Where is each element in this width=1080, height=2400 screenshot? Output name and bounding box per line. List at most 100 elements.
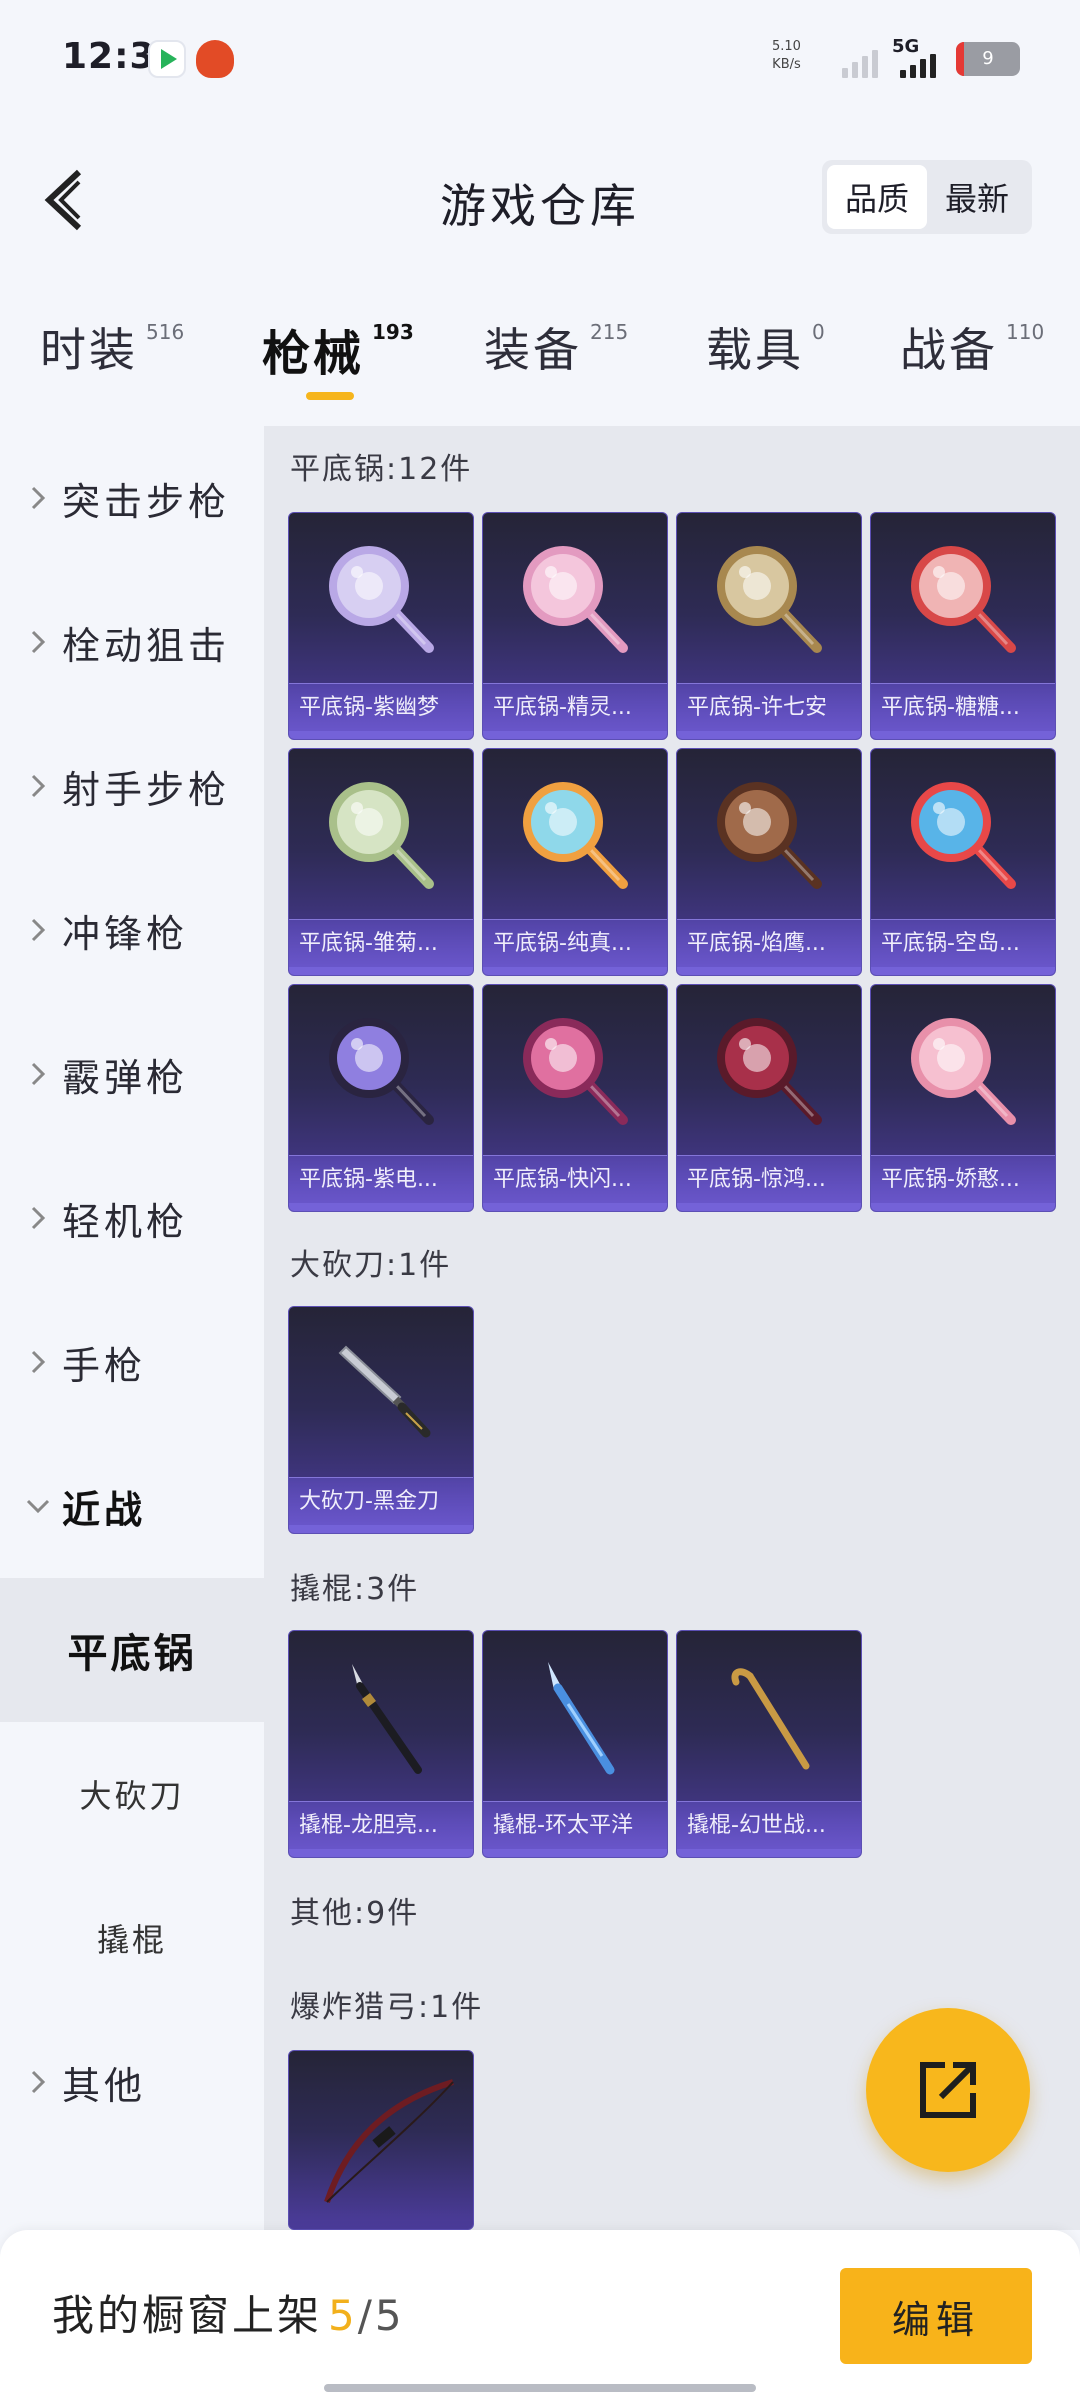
sidebar-item-label: 其他 [62, 2063, 147, 2108]
section-title-machete: 大砍刀:1件 [290, 1248, 452, 1283]
tab-label: 装备 [484, 323, 582, 377]
pan-grid: 平底锅-紫幽梦 平底锅-精灵... 平底锅-许七安 平底锅-糖糖... 平底锅-… [288, 512, 1056, 1212]
spear-icon [483, 1637, 667, 1797]
bow-icon [289, 2057, 473, 2217]
frying-pan-icon [483, 755, 667, 915]
sidebar-item-label: 突击步枪 [62, 479, 231, 524]
item-card-pan[interactable]: 平底锅-紫幽梦 [288, 512, 474, 740]
item-label: 平底锅-紫幽梦 [289, 683, 473, 731]
game-app-icon [196, 40, 234, 78]
crowbar-icon [677, 1637, 861, 1797]
tab-count: 516 [146, 320, 185, 344]
item-label: 平底锅-空岛... [871, 919, 1055, 967]
section-title-bow: 爆炸猎弓:1件 [290, 1990, 484, 2025]
item-card-crowbar[interactable]: 撬棍-环太平洋 [482, 1630, 668, 1858]
sidebar-subitem-machete[interactable]: 大砍刀 [0, 1722, 264, 1866]
item-label: 大砍刀-黑金刀 [289, 1477, 473, 1525]
section-title-other: 其他:9件 [290, 1896, 420, 1931]
tab-supplies[interactable]: 战备 110 [900, 314, 1044, 380]
sidebar-item-other[interactable]: 其他 [0, 2010, 264, 2154]
item-list[interactable]: 平底锅:12件 平底锅-紫幽梦 平底锅-精灵... 平底锅-许七安 平底锅-糖糖… [264, 426, 1080, 2230]
sidebar-item-pistol[interactable]: 手枪 [0, 1290, 264, 1434]
frying-pan-icon [871, 755, 1055, 915]
frying-pan-icon [871, 519, 1055, 679]
item-card-pan[interactable]: 平底锅-紫电... [288, 984, 474, 1212]
share-out-icon [920, 2062, 976, 2118]
network-speed-unit: KB/s [772, 57, 801, 72]
frying-pan-icon [289, 519, 473, 679]
item-label: 平底锅-纯真... [483, 919, 667, 967]
tab-fashion[interactable]: 时装 516 [40, 314, 184, 380]
share-button[interactable] [866, 2008, 1030, 2172]
sidebar-item-marksman-rifle[interactable]: 射手步枪 [0, 714, 264, 858]
item-card-pan[interactable]: 平底锅-纯真... [482, 748, 668, 976]
item-card-machete[interactable]: 大砍刀-黑金刀 [288, 1306, 474, 1534]
sidebar-item-shotgun[interactable]: 霰弹枪 [0, 1002, 264, 1146]
tab-count: 0 [812, 320, 825, 344]
home-indicator[interactable] [324, 2384, 756, 2392]
chevron-right-icon [24, 917, 52, 943]
tab-count: 193 [372, 320, 414, 344]
tab-label: 枪械 [262, 326, 365, 382]
battery-level: 9 [982, 48, 994, 69]
sidebar-item-lmg[interactable]: 轻机枪 [0, 1146, 264, 1290]
section-title-crowbar: 撬棍:3件 [290, 1572, 420, 1607]
chevron-right-icon [24, 2069, 52, 2095]
tab-equipment[interactable]: 装备 215 [484, 314, 628, 380]
item-card-pan[interactable]: 平底锅-糖糖... [870, 512, 1056, 740]
item-card-pan[interactable]: 平底锅-精灵... [482, 512, 668, 740]
sidebar-item-smg[interactable]: 冲锋枪 [0, 858, 264, 1002]
item-card-pan[interactable]: 平底锅-快闪... [482, 984, 668, 1212]
sidebar-item-label: 霰弹枪 [62, 1055, 189, 1100]
item-label: 平底锅-精灵... [483, 683, 667, 731]
sort-quality-button[interactable]: 品质 [827, 165, 927, 229]
item-card-pan[interactable]: 平底锅-许七安 [676, 512, 862, 740]
item-label: 平底锅-雏菊... [289, 919, 473, 967]
sidebar-item-melee[interactable]: 近战 [0, 1434, 264, 1578]
network-speed-value: 5.10 [772, 39, 801, 54]
item-label: 撬棍-幻世战... [677, 1801, 861, 1849]
frying-pan-icon [677, 991, 861, 1151]
item-card-bow[interactable] [288, 2050, 474, 2230]
item-card-crowbar[interactable]: 撬棍-幻世战... [676, 1630, 862, 1858]
showcase-count: 5 [328, 2291, 358, 2340]
item-card-pan[interactable]: 平底锅-惊鸿... [676, 984, 862, 1212]
frying-pan-icon [871, 991, 1055, 1151]
item-card-pan[interactable]: 平底锅-焰鹰... [676, 748, 862, 976]
showcase-status: 我的橱窗上架 5/5 [52, 2282, 405, 2343]
chevron-right-icon [24, 485, 52, 511]
item-card-pan[interactable]: 平底锅-空岛... [870, 748, 1056, 976]
sidebar-item-bolt-sniper[interactable]: 栓动狙击 [0, 570, 264, 714]
item-label: 平底锅-许七安 [677, 683, 861, 731]
sidebar-item-label: 轻机枪 [62, 1199, 189, 1244]
item-card-pan[interactable]: 平底锅-雏菊... [288, 748, 474, 976]
item-label: 撬棍-龙胆亮... [289, 1801, 473, 1849]
tab-guns[interactable]: 枪械 193 [262, 314, 414, 384]
sidebar-subitem-pan[interactable]: 平底锅 [0, 1578, 264, 1722]
tab-vehicles[interactable]: 载具 0 [706, 314, 825, 380]
video-app-icon [148, 40, 186, 78]
showcase-total: 5 [374, 2291, 405, 2340]
bottom-bar: 我的橱窗上架 5/5 编辑 [0, 2230, 1080, 2400]
frying-pan-icon [677, 755, 861, 915]
chevron-down-icon [24, 1498, 52, 1514]
sort-newest-button[interactable]: 最新 [927, 165, 1027, 229]
title-bar: 游戏仓库 品质 最新 [0, 130, 1080, 270]
status-bar: 12:31 5.10 KB/s 5G 9 [0, 0, 1080, 120]
item-card-crowbar[interactable]: 撬棍-龙胆亮... [288, 1630, 474, 1858]
item-label: 平底锅-糖糖... [871, 683, 1055, 731]
item-label: 平底锅-快闪... [483, 1155, 667, 1203]
chevron-right-icon [24, 1205, 52, 1231]
machete-icon [289, 1313, 473, 1473]
sidebar-item-assault-rifle[interactable]: 突击步枪 [0, 426, 264, 570]
sidebar-item-label: 栓动狙击 [62, 623, 231, 668]
item-card-pan[interactable]: 平底锅-娇憨... [870, 984, 1056, 1212]
chevron-right-icon [24, 1061, 52, 1087]
category-tabs: 时装 516 枪械 193 装备 215 载具 0 战备 110 [0, 300, 1080, 420]
item-label: 平底锅-紫电... [289, 1155, 473, 1203]
sidebar-subitem-crowbar[interactable]: 撬棍 [0, 1866, 264, 2010]
sidebar-item-label: 近战 [62, 1487, 147, 1532]
edit-button[interactable]: 编辑 [840, 2268, 1032, 2364]
tab-label: 战备 [900, 323, 998, 377]
frying-pan-icon [483, 519, 667, 679]
